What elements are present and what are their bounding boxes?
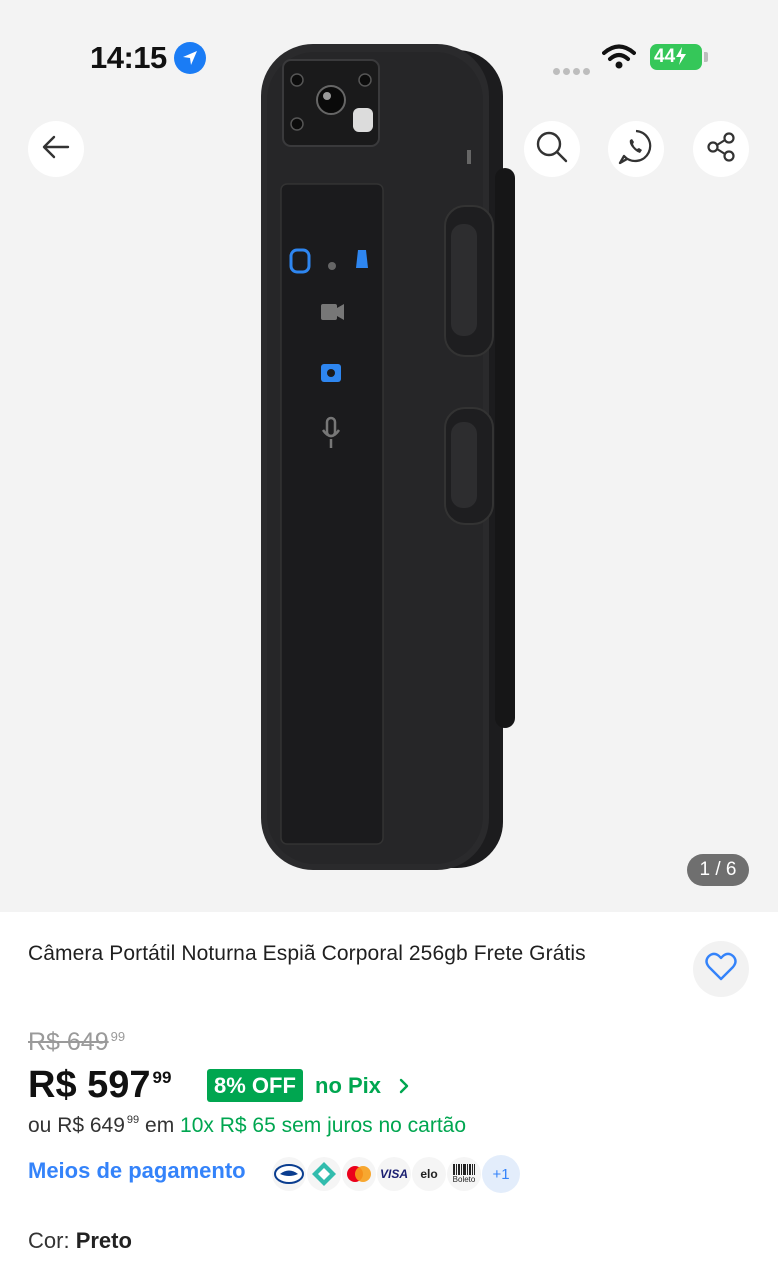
- more-payment-methods[interactable]: +1: [482, 1155, 520, 1193]
- pix-icon: [307, 1157, 341, 1191]
- battery-nub: [704, 52, 708, 62]
- installments-price-cents: 99: [126, 1114, 140, 1126]
- current-price: R$ 597 99: [28, 1064, 171, 1107]
- pix-link[interactable]: no Pix: [315, 1073, 411, 1099]
- installments-detail: 10x R$ 65 sem juros no cartão: [180, 1114, 467, 1137]
- arrow-left-icon: [41, 132, 71, 167]
- elo-icon: elo: [412, 1157, 446, 1191]
- original-price: R$ 649 99: [28, 1028, 125, 1057]
- product-gallery[interactable]: 14:15 44 1 / 6: [0, 0, 778, 912]
- original-price-cents: 99: [110, 1029, 126, 1044]
- whatsapp-icon: [617, 128, 655, 171]
- current-price-cents: 99: [152, 1068, 172, 1087]
- discount-badge: 8% OFF: [207, 1069, 303, 1102]
- wifi-icon: [602, 44, 636, 75]
- installments-prefix: ou: [28, 1114, 52, 1137]
- status-time: 14:15: [90, 40, 167, 75]
- search-icon: [535, 130, 569, 169]
- installments-em: em: [145, 1114, 175, 1137]
- battery-level: 44: [654, 46, 676, 67]
- search-button[interactable]: [524, 121, 580, 177]
- heart-icon: [705, 952, 737, 987]
- installments-info: ou R$ 649 99 em 10x R$ 65 sem juros no ca…: [28, 1114, 466, 1138]
- payment-methods-link[interactable]: Meios de pagamento: [28, 1158, 246, 1184]
- location-arrow-icon: [174, 42, 206, 74]
- share-icon: [705, 131, 737, 168]
- visa-icon: VISA: [377, 1157, 411, 1191]
- color-selector[interactable]: Cor: Preto: [28, 1228, 132, 1254]
- boleto-label: Boleto: [452, 1175, 476, 1184]
- whatsapp-share-button[interactable]: [608, 121, 664, 177]
- product-title: Câmera Portátil Noturna Espiã Corporal 2…: [28, 942, 586, 965]
- color-label: Cor:: [28, 1228, 70, 1253]
- favorite-button[interactable]: [693, 941, 749, 997]
- cellular-signal-icon: [553, 62, 593, 75]
- current-price-value: R$ 597: [28, 1064, 151, 1106]
- battery-indicator: 44: [650, 44, 702, 70]
- color-value: Preto: [75, 1228, 132, 1253]
- boleto-icon: Boleto: [447, 1157, 481, 1191]
- product-image[interactable]: [255, 38, 525, 876]
- mercado-pago-icon: [272, 1157, 306, 1191]
- image-counter: 1 / 6: [687, 854, 749, 886]
- payment-icons[interactable]: VISA elo Boleto +1: [272, 1154, 521, 1194]
- mastercard-icon: [342, 1157, 376, 1191]
- original-price-value: R$ 649: [28, 1028, 109, 1056]
- installments-price: R$ 649 99: [57, 1114, 139, 1137]
- share-button[interactable]: [693, 121, 749, 177]
- installments-price-value: R$ 649: [57, 1114, 125, 1137]
- pix-label: no Pix: [315, 1073, 382, 1098]
- chevron-right-icon: [387, 1073, 411, 1098]
- back-button[interactable]: [28, 121, 84, 177]
